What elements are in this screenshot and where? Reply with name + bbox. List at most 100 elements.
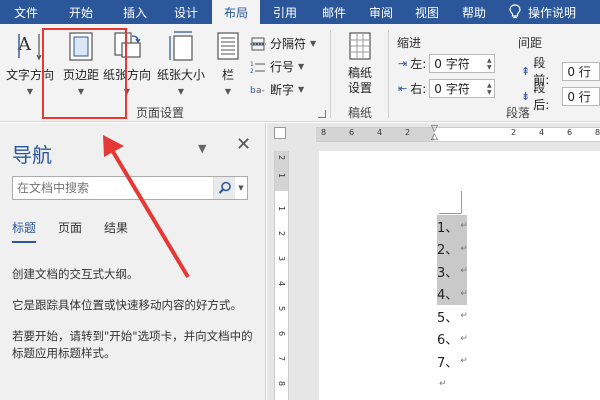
list-item: 1、 ↵ — [437, 215, 468, 238]
columns-button[interactable]: 栏 ▼ — [210, 24, 246, 96]
ruler-number: 4 — [539, 128, 545, 137]
nav-pane-title: 导航 — [12, 143, 52, 167]
tab-design[interactable]: 设计 — [160, 0, 212, 24]
document-body[interactable]: 1、↵ 2、↵ 3、↵ 4、↵ 5、↵ 6、↵ 7、↵ ↵ ↵ — [437, 215, 468, 400]
spacing-before-icon: ⇞ — [521, 64, 531, 78]
indent-right-value: 0 字符 — [434, 82, 470, 96]
indent-title: 缩进 — [397, 36, 422, 50]
manuscript-label: 稿纸设置 — [347, 66, 372, 95]
ruler-number: 1 — [277, 173, 286, 179]
nav-tab-pages[interactable]: 页面 — [58, 219, 82, 243]
indent-marker-icon[interactable]: ▽ △ — [431, 125, 438, 142]
nav-tab-results[interactable]: 结果 — [104, 219, 128, 243]
ruler-number: 4 — [377, 128, 383, 137]
nav-search-box: ▼ — [12, 176, 248, 200]
spinner-arrows-icon[interactable]: ▲ ▼ — [484, 55, 494, 72]
svg-text:1: 1 — [250, 61, 254, 68]
paragraph-mark: ↵ — [460, 221, 468, 232]
hyphenation-button[interactable]: b a- 断字 ▼ — [250, 81, 304, 98]
indent-left-row: ⇥ 左: 0 字符 ▲ ▼ — [398, 54, 496, 73]
breaks-icon — [250, 37, 266, 50]
list-item-text: 5、 — [437, 310, 459, 326]
chevron-down-icon: ▼ — [310, 39, 317, 48]
document-area: 8 6 4 2 2 4 6 8 10 ▽△ 2 1 1 2 3 4 5 6 7 … — [267, 123, 600, 400]
tab-file[interactable]: 文件 — [0, 0, 52, 24]
tab-selector[interactable] — [274, 127, 286, 139]
highlight-box — [42, 28, 127, 119]
indent-left-input[interactable]: 0 字符 ▲ ▼ — [429, 54, 496, 73]
tell-me-label: 操作说明 — [528, 5, 577, 20]
size-label: 纸张大小 — [156, 68, 205, 82]
nav-tab-headings[interactable]: 标题 — [12, 219, 37, 243]
chevron-down-icon: ▼ — [298, 85, 305, 94]
list-item-text: 2、 — [437, 239, 459, 259]
search-button[interactable] — [213, 177, 235, 199]
nav-info-2: 它是跟踪具体位置或快速移动内容的好方式。 — [12, 298, 242, 312]
indent-right-icon: ⇤ — [398, 82, 408, 95]
ruler-number: 6 — [277, 331, 286, 337]
columns-label: 栏 — [221, 68, 234, 82]
empty-line: ↵ — [437, 373, 468, 396]
spacing-title: 间距 — [518, 36, 543, 50]
page-setup-launcher-icon[interactable] — [318, 110, 326, 118]
navigation-pane: 导航 ▼ ✕ ▼ 标题 页面 结果 创建文档的交互式大纲。 它是跟踪具体位置或快… — [0, 123, 266, 400]
margin-corner-mark — [461, 191, 462, 213]
paragraph-mark: ↵ — [460, 288, 468, 299]
spinner-arrows-icon[interactable]: ▲ ▼ — [484, 80, 494, 97]
ruler-number: 2 — [511, 128, 517, 137]
tab-mailings[interactable]: 邮件 — [310, 0, 358, 24]
nav-options-dropdown-icon[interactable]: ▼ — [198, 142, 206, 155]
ruler-number: 8 — [277, 381, 286, 387]
tab-view[interactable]: 视图 — [404, 0, 450, 24]
tab-review[interactable]: 审阅 — [358, 0, 404, 24]
search-options-dropdown-icon[interactable]: ▼ — [235, 177, 247, 199]
ruler-number: 6 — [567, 128, 573, 137]
paragraph-mark: ↵ — [439, 378, 447, 389]
indent-left-icon: ⇥ — [398, 57, 408, 70]
chevron-down-icon: ▼ — [224, 87, 232, 96]
spacing-after-icon: ⇟ — [521, 89, 531, 103]
paragraph-mark: ↵ — [460, 243, 468, 254]
ruler-number: 2 — [405, 128, 411, 137]
close-icon[interactable]: ✕ — [236, 134, 251, 155]
paragraph-mark: ↵ — [460, 266, 468, 277]
breaks-button[interactable]: 分隔符 ▼ — [250, 35, 316, 52]
spacing-before-input[interactable]: 0 行 — [562, 61, 600, 81]
indent-left-value: 0 字符 — [434, 57, 470, 71]
tab-layout[interactable]: 布局 — [212, 0, 260, 24]
page-setup-group-label: 页面设置 — [135, 106, 184, 120]
breaks-label: 分隔符 — [270, 37, 307, 51]
ruler-number: 5 — [277, 306, 286, 312]
ruler-number: 2 — [277, 231, 286, 237]
group-divider — [330, 30, 331, 118]
spacing-after-input[interactable]: 0 行 — [562, 86, 600, 106]
list-item-text: 6、 — [437, 333, 459, 349]
tab-help[interactable]: 帮助 — [450, 0, 498, 24]
lightbulb-icon — [509, 4, 521, 19]
tab-home[interactable]: 开始 — [52, 0, 110, 24]
manuscript-group-label: 稿纸 — [347, 106, 372, 120]
manuscript-icon — [349, 32, 371, 60]
ruler-number: 7 — [277, 356, 286, 362]
chevron-down-icon: ▼ — [177, 87, 185, 96]
indent-right-input[interactable]: 0 字符 ▲ ▼ — [429, 79, 496, 98]
size-button[interactable]: 纸张大小 ▼ — [155, 24, 207, 96]
tab-insert[interactable]: 插入 — [110, 0, 160, 24]
vertical-ruler[interactable]: 2 1 1 2 3 4 5 6 7 8 — [274, 151, 289, 400]
ruler-number: 2 — [277, 155, 286, 161]
line-numbers-button[interactable]: 1 2 行号 ▼ — [250, 58, 304, 75]
paragraph-group-label: 段落 — [505, 106, 530, 120]
nav-info-1: 创建文档的交互式大纲。 — [12, 267, 139, 281]
horizontal-ruler[interactable]: 8 6 4 2 2 4 6 8 10 — [316, 127, 600, 142]
hyphenation-icon: b a- — [250, 86, 265, 96]
search-icon — [218, 181, 231, 194]
spacing-before-value: 0 行 — [567, 64, 591, 79]
text-direction-icon: A — [17, 34, 42, 61]
indent-right-row: ⇤ 右: 0 字符 ▲ ▼ — [398, 79, 496, 98]
nav-search-input[interactable] — [13, 177, 213, 199]
empty-line: ↵ — [437, 395, 468, 400]
tell-me-box[interactable]: 操作说明 — [498, 0, 576, 24]
tab-references[interactable]: 引用 — [260, 0, 310, 24]
manuscript-settings-button[interactable]: 稿纸设置 — [338, 24, 382, 96]
ruler-margin — [316, 128, 434, 141]
